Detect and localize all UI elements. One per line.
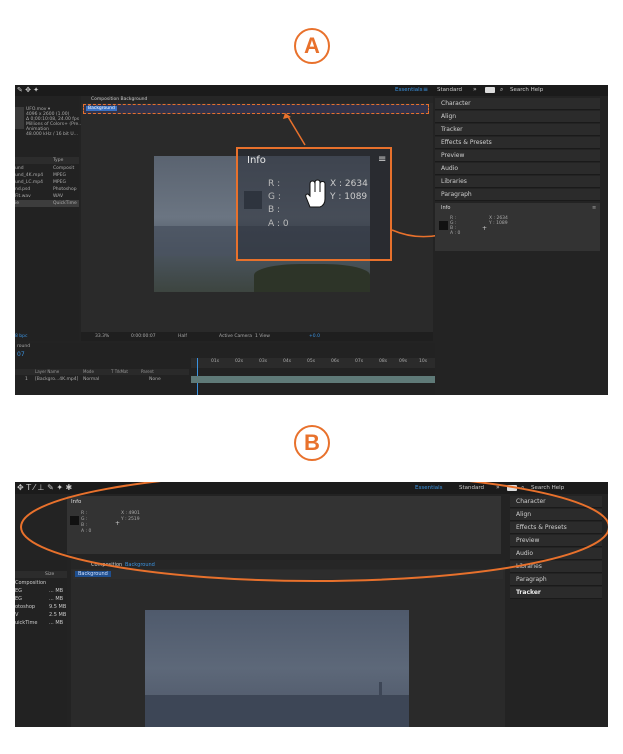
timeline-ruler[interactable]: 01s 02s 03s 04s 05s 06s 07s 08s 09s 10s <box>191 358 435 368</box>
label-a-badge: A <box>294 28 330 64</box>
timeline-tab[interactable]: round <box>17 344 30 349</box>
ruler-tick: 07s <box>355 359 364 364</box>
layer-parent[interactable]: None <box>149 377 161 382</box>
panel-paragraph[interactable]: Paragraph <box>435 189 600 201</box>
col-trkmat: T TrkMat <box>111 369 129 374</box>
ruler-tick: 09s <box>399 359 408 364</box>
layer-bar[interactable] <box>191 376 435 383</box>
ruler-tick: 04s <box>283 359 292 364</box>
layer-col-header: Layer Name Mode T TrkMat Parent <box>15 369 189 375</box>
layer-num: 1 <box>25 377 28 382</box>
panel-align[interactable]: Align <box>435 111 600 123</box>
timeline-panel: round 07 01s 02s 03s 04s 05s 06s 07s 08s… <box>15 343 435 395</box>
info-a: A : 0 <box>450 231 461 236</box>
crosshair-icon: + <box>482 225 488 232</box>
screenshot-b: ✥ T ⁄ ⊥ ✎ ✦ ✱ Essentials Standard » ⌕ Se… <box>15 482 608 727</box>
panel-preview[interactable]: Preview <box>435 150 600 162</box>
layer-mode[interactable]: Normal <box>83 377 99 382</box>
label-b-badge: B <box>294 425 330 461</box>
panel-libraries[interactable]: Libraries <box>435 176 600 188</box>
info-y: Y : 1089 <box>489 221 508 226</box>
highlight-ellipse <box>20 482 608 582</box>
ruler-tick: 08s <box>379 359 388 364</box>
col-parent: Parent <box>141 369 154 374</box>
timeline-time[interactable]: 07 <box>17 351 25 358</box>
panel-character[interactable]: Character <box>435 98 600 110</box>
screenshot-a: ✎ ✥ ✦ Essentials ≡ Standard » ⌕ Search H… <box>15 85 608 395</box>
ruler-tick: 10s <box>419 359 428 364</box>
ruler-tick: 03s <box>259 359 268 364</box>
panel-tracker[interactable]: Tracker <box>435 124 600 136</box>
info-swatch <box>439 221 448 230</box>
col-mode: Mode <box>83 369 94 374</box>
ruler-tick: 06s <box>331 359 340 364</box>
panel-effects-presets[interactable]: Effects & Presets <box>435 137 600 149</box>
right-panels: Character Align Tracker Effects & Preset… <box>435 96 608 395</box>
ruler-tick: 05s <box>307 359 316 364</box>
info-panel-menu-icon[interactable]: ≡ <box>592 205 596 211</box>
layer-row[interactable]: 1 [Backgro...4K.mp4] Normal None <box>15 376 189 383</box>
info-panel: Info ≡ R : G : B : A : 0 + X : 2634 Y : … <box>435 203 600 251</box>
col-layer-name: Layer Name <box>35 369 60 374</box>
layer-name: [Backgro...4K.mp4] <box>35 377 79 382</box>
panel-audio[interactable]: Audio <box>435 163 600 175</box>
info-panel-title: Info <box>441 205 451 211</box>
ruler-tick: 01s <box>211 359 220 364</box>
ruler-tick: 02s <box>235 359 244 364</box>
